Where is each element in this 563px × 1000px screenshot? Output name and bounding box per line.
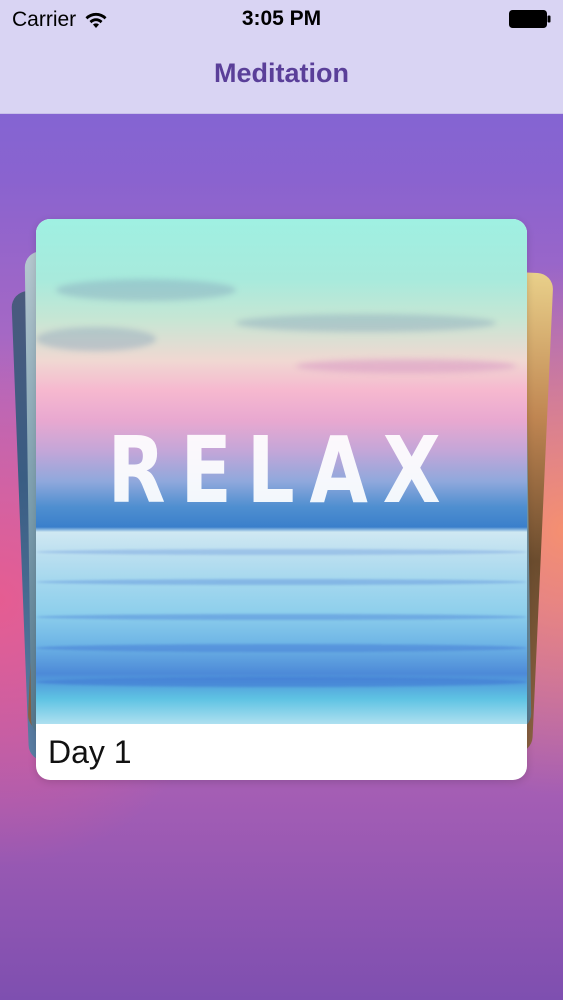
relax-image-text: RELAX (107, 417, 456, 524)
nav-title: Meditation (214, 58, 349, 88)
top-bar: Carrier 3:05 PM Meditation (0, 0, 563, 114)
status-bar: Carrier 3:05 PM (0, 0, 563, 40)
status-time: 3:05 PM (241, 7, 322, 30)
meditation-screen: RELAX Day 1 Carrier 3:05 PM Meditation (0, 0, 563, 1000)
cloud (56, 279, 236, 301)
card-image-relax: RELAX (36, 219, 527, 724)
wave (36, 614, 527, 620)
cloud (36, 327, 156, 351)
wave (36, 644, 527, 652)
card-label: Day 1 (48, 734, 132, 770)
battery-full-icon (509, 10, 551, 28)
day-card[interactable]: RELAX Day 1 (36, 219, 527, 780)
wave (36, 549, 527, 555)
cloud (236, 314, 496, 332)
wave (36, 579, 527, 585)
cloud (296, 359, 516, 373)
wave (36, 677, 527, 687)
